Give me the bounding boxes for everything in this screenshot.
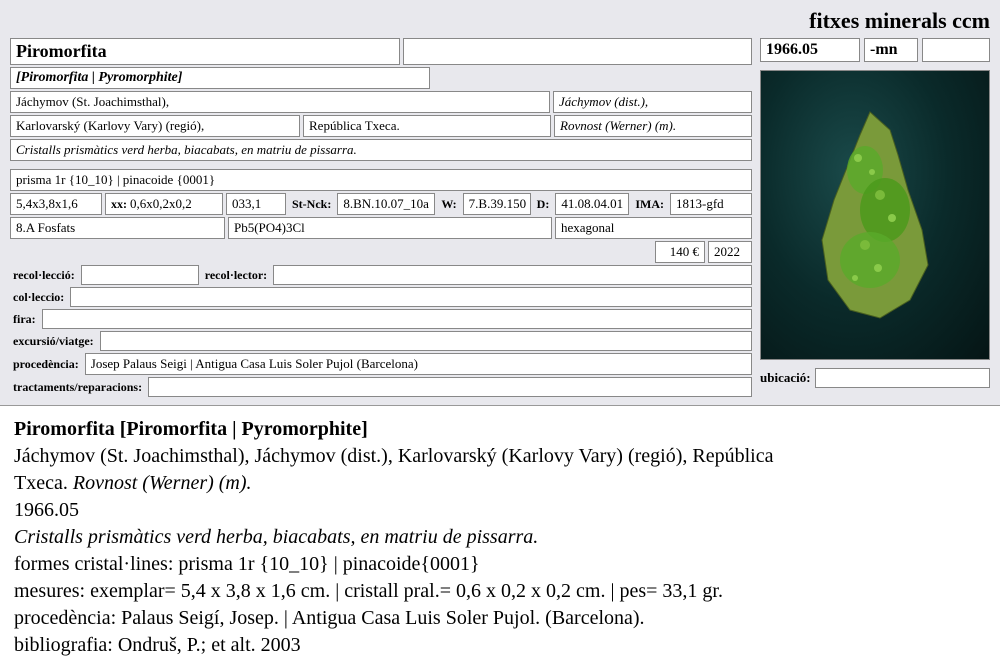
summary-loc2: Txeca. Rovnost (Werner) (m). (14, 470, 986, 497)
summary-mesures: mesures: exemplar= 5,4 x 3,8 x 1,6 cm. |… (14, 578, 986, 605)
tractaments-label: tractaments/reparacions: (10, 377, 145, 397)
summary-forms: formes cristal·lines: prisma 1r {10_10} … (14, 551, 986, 578)
record-card: fitxes minerals ccm Piromorfita [Piromor… (0, 0, 1000, 406)
dim-xx: xx: 0,6x0,2x0,2 (105, 193, 223, 215)
dim-xx-value: 0,6x0,2x0,2 (130, 196, 192, 212)
record-id-suffix: -mn (864, 38, 918, 62)
procedencia-label: procedència: (10, 353, 82, 375)
excursio-field[interactable] (100, 331, 752, 351)
description: Cristalls prismàtics verd herba, biacaba… (10, 139, 752, 161)
right-column: 1966.05 -mn (760, 38, 990, 399)
recolleccio-field[interactable] (81, 265, 199, 285)
excursio-label: excursió/viatge: (10, 331, 97, 351)
ubicacio-label: ubicació: (760, 370, 811, 386)
summary-text: Piromorfita [Piromorfita | Pyromorphite]… (0, 406, 1000, 669)
summary-loc1: Jáchymov (St. Joachimsthal), Jáchymov (d… (14, 443, 986, 470)
record-id-num: 1966.05 (760, 38, 860, 62)
mineral-photo (760, 70, 990, 360)
crystal-forms: prisma 1r {10_10} | pinacoide {0001} (10, 169, 752, 191)
locality-region: Karlovarský (Karlovy Vary) (regió), (10, 115, 300, 137)
synonyms: [Piromorfita | Pyromorphite] (10, 67, 430, 89)
summary-desc: Cristalls prismàtics verd herba, biacaba… (14, 524, 986, 551)
d-value: 41.08.04.01 (555, 193, 629, 215)
stnck-value: 8.BN.10.07_10a (337, 193, 435, 215)
summary-title: Piromorfita [Piromorfita | Pyromorphite] (14, 416, 986, 443)
w-label: W: (438, 193, 459, 215)
class-formula: Pb5(PO4)3Cl (228, 217, 552, 239)
dim-weight: 033,1 (226, 193, 286, 215)
price-year: 2022 (708, 241, 752, 263)
summary-proc: procedència: Palaus Seigí, Josep. | Anti… (14, 605, 986, 632)
tractaments-field[interactable] (148, 377, 752, 397)
ima-value: 1813-gfd (670, 193, 752, 215)
recolleccio-label: recol·lecció: (10, 265, 78, 285)
summary-loc2a: Txeca. (14, 472, 73, 494)
ubicacio-field[interactable] (815, 368, 990, 388)
locality-mine: Rovnost (Werner) (m). (554, 115, 752, 137)
stnck-label: St-Nck: (289, 193, 334, 215)
dim-xx-label: xx: (111, 197, 127, 212)
summary-id: 1966.05 (14, 497, 986, 524)
recollector-field[interactable] (273, 265, 752, 285)
mineral-name: Piromorfita (10, 38, 400, 65)
summary-loc2b: Rovnost (Werner) (m). (73, 472, 252, 494)
class-system: hexagonal (555, 217, 752, 239)
procedencia-field[interactable]: Josep Palaus Seigi | Antigua Casa Luis S… (85, 353, 752, 375)
fira-label: fira: (10, 309, 39, 329)
page-title: fitxes minerals ccm (809, 8, 990, 34)
blank-cell (403, 38, 752, 65)
colleccio-label: col·leccio: (10, 287, 67, 307)
ima-label: IMA: (632, 193, 667, 215)
dim-specimen: 5,4x3,8x1,6 (10, 193, 102, 215)
mineral-specimen-icon (810, 100, 940, 330)
d-label: D: (534, 193, 553, 215)
w-value: 7.B.39.150 (463, 193, 531, 215)
locality-district: Jáchymov (dist.), (553, 91, 752, 113)
summary-biblio: bibliografia: Ondruš, P.; et alt. 2003 (14, 632, 986, 659)
colleccio-field[interactable] (70, 287, 752, 307)
price-value: 140 € (655, 241, 705, 263)
locality-town: Jáchymov (St. Joachimsthal), (10, 91, 550, 113)
class-group: 8.A Fosfats (10, 217, 225, 239)
record-id-extra (922, 38, 990, 62)
recollector-label: recol·lector: (202, 265, 270, 285)
locality-country: República Txeca. (303, 115, 551, 137)
fira-field[interactable] (42, 309, 752, 329)
left-column: Piromorfita [Piromorfita | Pyromorphite]… (10, 38, 752, 399)
